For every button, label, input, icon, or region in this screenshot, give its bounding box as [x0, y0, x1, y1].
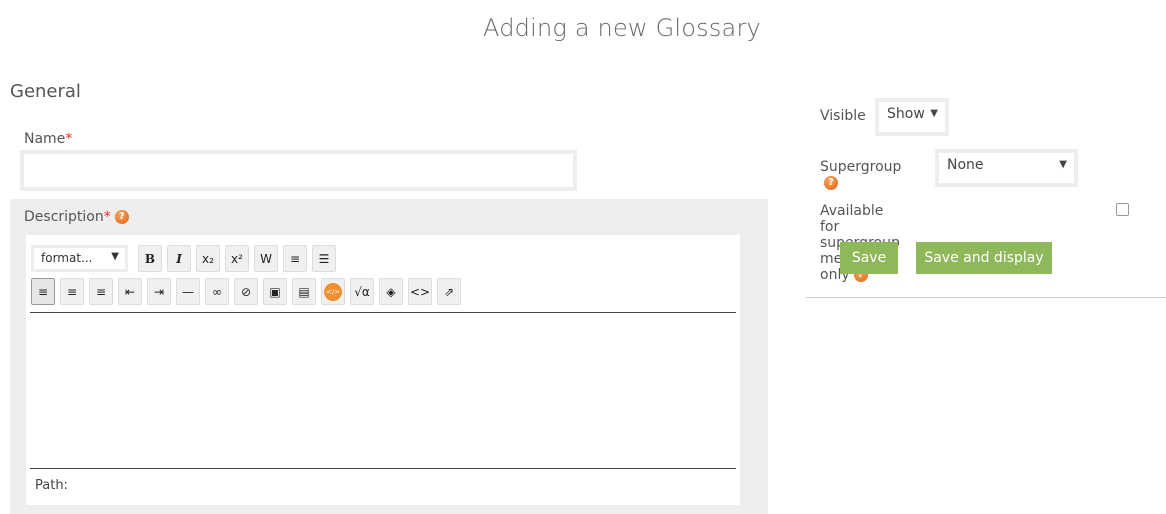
html-embed-icon: </>: [324, 282, 342, 301]
outdent-icon: ⇤: [124, 284, 136, 299]
required-marker: *: [103, 209, 111, 225]
toolbar-row-1: format... ▼ B Ix₂ x² W ≡ ☰: [31, 245, 336, 272]
format-select-value: format...: [41, 251, 93, 265]
indent-icon: ⇥: [153, 284, 165, 299]
superscript-button[interactable]: x²: [225, 245, 249, 272]
special-char-button[interactable]: ◈: [379, 278, 403, 305]
unordered-list-icon: ☰: [318, 251, 330, 266]
section-heading-general: General: [10, 81, 81, 102]
paste-from-word-button[interactable]: W: [254, 245, 278, 272]
paste-from-word-icon: W: [260, 251, 272, 266]
path-label: Path:: [35, 478, 68, 493]
source-code-icon: <>: [409, 284, 431, 299]
format-select[interactable]: format... ▼: [31, 245, 128, 272]
unlink-icon: ⊘: [240, 284, 252, 299]
fullscreen-icon: ⇗: [443, 284, 455, 299]
align-center-icon: ≡: [66, 284, 78, 299]
image-icon: ▣: [269, 284, 281, 299]
align-right-icon: ≡: [95, 284, 107, 299]
name-label: Name*: [24, 131, 72, 147]
chevron-down-icon: ▼: [1059, 159, 1067, 170]
supergroup-label-text: Supergroup: [820, 159, 902, 175]
fullscreen-button[interactable]: ⇗: [437, 278, 461, 305]
indent-button[interactable]: ⇥: [147, 278, 171, 305]
name-input[interactable]: [20, 150, 577, 191]
visible-label: Visible: [820, 108, 866, 124]
rich-text-editor[interactable]: format... ▼ B Ix₂ x² W ≡ ☰ ≡ ≡ ≡ ⇤ ⇥ — ∞ ⊘ ▣ ▤ </> √α ◈ <> ⇗…: [26, 235, 740, 505]
html-embed-button[interactable]: </>: [321, 278, 345, 305]
description-label-text: Description: [24, 209, 104, 225]
horizontal-rule-icon: —: [182, 284, 194, 299]
special-char-icon: ◈: [386, 284, 396, 299]
visible-select[interactable]: Show ▼: [875, 98, 949, 136]
align-left-icon: ≡: [37, 284, 49, 299]
visible-select-value: Show: [887, 106, 925, 122]
outdent-button[interactable]: ⇤: [118, 278, 142, 305]
image-button[interactable]: ▣: [263, 278, 287, 305]
save-and-display-button[interactable]: Save and display: [916, 242, 1052, 274]
equation-icon: √α: [354, 284, 370, 299]
bold-button[interactable]: B: [138, 245, 162, 272]
ordered-list-button[interactable]: ≡: [283, 245, 307, 272]
page-title: Adding a new Glossary: [483, 14, 761, 42]
italic-icon: I: [176, 251, 182, 266]
equation-button[interactable]: √α: [350, 278, 374, 305]
description-panel: Description*? format... ▼ B Ix₂ x² W ≡ ☰ ≡ ≡ ≡ ⇤ ⇥…: [10, 199, 768, 514]
media-button[interactable]: ▤: [292, 278, 316, 305]
chevron-down-icon: ▼: [111, 251, 119, 262]
name-label-text: Name: [24, 131, 66, 147]
link-button[interactable]: ∞: [205, 278, 229, 305]
subscript-icon: x₂: [202, 251, 214, 266]
supergroup-select-value: None: [947, 157, 984, 173]
chevron-down-icon: ▼: [930, 108, 938, 119]
divider: [806, 297, 1166, 298]
subscript-button[interactable]: x₂: [196, 245, 220, 272]
help-icon[interactable]: ?: [114, 210, 129, 224]
supergroup-select[interactable]: None ▼: [935, 149, 1078, 187]
unordered-list-button[interactable]: ☰: [312, 245, 336, 272]
italic-button[interactable]: I: [167, 245, 191, 272]
align-left-button[interactable]: ≡: [31, 278, 55, 305]
link-icon: ∞: [212, 284, 222, 299]
toolbar-divider: [30, 312, 736, 313]
source-code-button[interactable]: <>: [408, 278, 432, 305]
description-label: Description*?: [24, 209, 129, 225]
help-icon[interactable]: ?: [824, 176, 838, 190]
status-divider: [30, 468, 736, 469]
unlink-button[interactable]: ⊘: [234, 278, 258, 305]
required-marker: *: [65, 131, 73, 147]
supergroup-label: Supergroup?: [820, 159, 901, 191]
ordered-list-icon: ≡: [289, 251, 301, 266]
align-right-button[interactable]: ≡: [89, 278, 113, 305]
bold-icon: B: [144, 251, 156, 266]
members-only-checkbox[interactable]: [1116, 203, 1129, 216]
superscript-icon: x²: [231, 251, 243, 266]
media-icon: ▤: [298, 284, 310, 299]
align-center-button[interactable]: ≡: [60, 278, 84, 305]
horizontal-rule-button[interactable]: —: [176, 278, 200, 305]
save-button[interactable]: Save: [840, 242, 898, 274]
toolbar-row-2: ≡ ≡ ≡ ⇤ ⇥ — ∞ ⊘ ▣ ▤ </> √α ◈ <> ⇗: [31, 278, 461, 305]
